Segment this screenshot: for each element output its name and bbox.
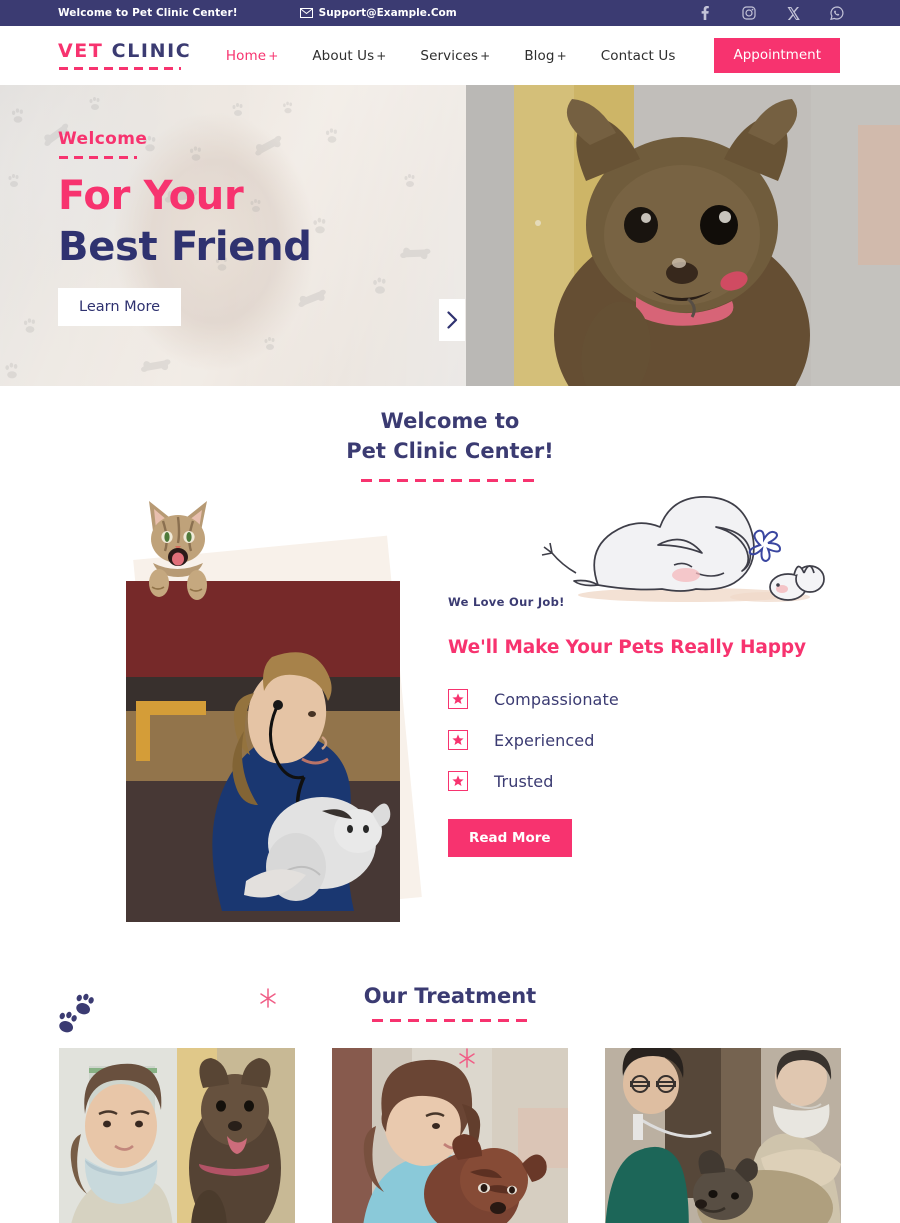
logo-secondary-text: CLINIC bbox=[111, 39, 192, 62]
paw-prints-decoration bbox=[59, 993, 94, 1032]
feature-label: Trusted bbox=[494, 771, 554, 791]
welcome-section: Welcome to Pet Clinic Center! We Love Ou… bbox=[0, 386, 900, 1068]
whatsapp-icon[interactable] bbox=[830, 6, 844, 20]
hero-content: Welcome For Your Best Friend Learn More bbox=[58, 129, 312, 326]
welcome-heading-line2: Pet Clinic Center! bbox=[346, 438, 554, 463]
social-links bbox=[698, 6, 844, 20]
chevron-plus-icon: + bbox=[480, 48, 491, 63]
nav-item-services[interactable]: Services + bbox=[403, 48, 507, 64]
about-vet-photo bbox=[126, 580, 400, 922]
star-icon bbox=[448, 771, 468, 792]
welcome-heading: Welcome to Pet Clinic Center! bbox=[0, 407, 900, 482]
top-bar: Welcome to Pet Clinic Center! Support@Ex… bbox=[0, 0, 900, 26]
logo-underline-decoration bbox=[59, 66, 181, 70]
feature-label: Experienced bbox=[494, 730, 595, 750]
about-title: We'll Make Your Pets Really Happy bbox=[448, 636, 806, 658]
treatment-heading-underline-decoration bbox=[372, 1018, 528, 1022]
star-doodle-decoration bbox=[260, 987, 276, 1008]
learn-more-button[interactable]: Learn More bbox=[58, 287, 182, 326]
hero-eyebrow-underline-decoration bbox=[59, 156, 137, 159]
chevron-plus-icon: + bbox=[376, 48, 387, 63]
nav-item-about-us[interactable]: About Us + bbox=[295, 48, 403, 64]
hero-eyebrow-text: Welcome bbox=[58, 129, 148, 149]
about-cat-image bbox=[139, 491, 217, 606]
read-more-button[interactable]: Read More bbox=[448, 818, 572, 857]
envelope-icon bbox=[299, 8, 313, 18]
nav-item-about-us-label: About Us bbox=[312, 47, 375, 64]
chevron-right-icon bbox=[446, 311, 457, 329]
hero-title-line1: For Your bbox=[58, 173, 244, 219]
instagram-icon[interactable] bbox=[742, 6, 756, 20]
treatment-heading: Our Treatment bbox=[363, 983, 537, 1008]
treatment-section: Our Treatment bbox=[0, 982, 900, 1223]
hero-slider: Welcome For Your Best Friend Learn More bbox=[0, 85, 900, 386]
feature-item: Trusted bbox=[448, 761, 858, 802]
nav-item-home[interactable]: Home + bbox=[209, 48, 295, 64]
treatment-card-grid bbox=[0, 1047, 900, 1223]
nav-menu: Home + About Us + Services + Blog + Contact … bbox=[209, 38, 840, 73]
topbar-email[interactable]: Support@Example.Com bbox=[299, 7, 457, 19]
treatment-card[interactable] bbox=[332, 1047, 568, 1223]
chevron-plus-icon: + bbox=[268, 48, 279, 63]
feature-label: Compassionate bbox=[494, 689, 619, 709]
welcome-heading-line1: Welcome to bbox=[380, 409, 520, 433]
appointment-button[interactable]: Appointment bbox=[714, 38, 840, 73]
hero-puppy-photo bbox=[466, 85, 900, 386]
star-icon bbox=[448, 689, 468, 710]
facebook-icon[interactable] bbox=[698, 6, 712, 20]
about-eyebrow: We Love Our Job! bbox=[448, 594, 565, 609]
nav-item-blog-label: Blog bbox=[524, 47, 555, 64]
topbar-email-text: Support@Example.Com bbox=[318, 7, 457, 19]
nav-item-contact-us[interactable]: Contact Us bbox=[584, 48, 693, 64]
elephant-bunny-sketch-illustration bbox=[541, 495, 825, 602]
hero-next-button[interactable] bbox=[439, 299, 465, 341]
hero-eyebrow: Welcome bbox=[58, 129, 147, 159]
about-block: We Love Our Job! We'll Make Your Pets Re… bbox=[0, 482, 900, 1068]
about-feature-list: Compassionate Experienced Trusted bbox=[448, 679, 858, 802]
chevron-plus-icon: + bbox=[556, 48, 567, 63]
nav-item-blog[interactable]: Blog + bbox=[507, 48, 583, 64]
about-content: We Love Our Job! We'll Make Your Pets Re… bbox=[448, 495, 858, 857]
treatment-card[interactable] bbox=[59, 1047, 295, 1223]
hero-title: For Your Best Friend bbox=[58, 171, 312, 273]
nav-item-home-label: Home bbox=[225, 47, 267, 64]
nav-item-contact-us-label: Contact Us bbox=[600, 47, 676, 64]
hero-title-line2: Best Friend bbox=[58, 223, 312, 270]
nav-item-services-label: Services bbox=[420, 47, 479, 64]
feature-item: Experienced bbox=[448, 720, 858, 761]
feature-item: Compassionate bbox=[448, 679, 858, 720]
star-doodle-decoration bbox=[459, 1047, 475, 1068]
x-twitter-icon[interactable] bbox=[786, 6, 800, 20]
main-navigation: VET CLINIC Home + About Us + Services + Blo… bbox=[0, 26, 900, 85]
star-icon bbox=[448, 730, 468, 751]
site-logo[interactable]: VET CLINIC bbox=[58, 39, 192, 70]
logo-primary-text: VET bbox=[58, 39, 104, 62]
topbar-welcome-text: Welcome to Pet Clinic Center! bbox=[58, 7, 238, 19]
treatment-card[interactable] bbox=[605, 1047, 841, 1223]
